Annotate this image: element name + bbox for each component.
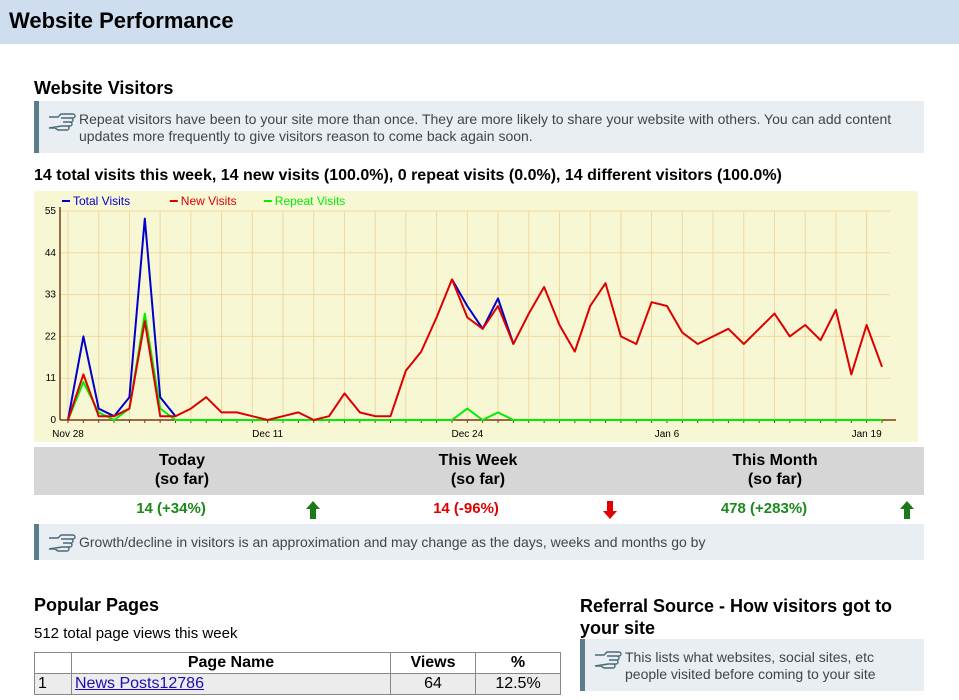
stat-today-value: 14 (+34%): [136, 500, 206, 517]
stat-week-sub: (so far): [450, 471, 506, 488]
tip-text: This lists what websites, social sites, …: [625, 649, 876, 682]
y-tick-label: 44: [45, 248, 57, 259]
stat-month-label: This Month: [732, 452, 818, 469]
stat-week-value: 14 (-96%): [433, 500, 499, 517]
stat-week-header: This Week (so far): [348, 451, 608, 489]
col-rank-header: [34, 652, 72, 674]
popular-pages-table: Page Name Views % 1 News Posts12786 64 1…: [34, 652, 561, 695]
stat-today-sub: (so far): [154, 471, 210, 488]
trend-down-arrow-icon: [603, 501, 617, 519]
visits-summary: 14 total visits this week, 14 new visits…: [34, 167, 782, 184]
legend-label: New Visits: [181, 194, 237, 208]
tip-text: Repeat visitors have been to your site m…: [79, 111, 892, 144]
visitors-heading: Website Visitors: [34, 78, 174, 98]
stat-month-header: This Month (so far): [645, 451, 905, 489]
visitors-line-chart: 0 11 22 33 44 55 Nov 28 Dec 11 Dec 24 Jan 6 Jan 19…: [34, 191, 918, 442]
stat-month-sub: (so far): [747, 471, 803, 488]
row-views: 64: [390, 673, 476, 695]
x-tick-label: Nov 28: [52, 429, 84, 440]
referral-heading: Referral Source - How visitors got to yo…: [580, 596, 893, 638]
pointing-hand-icon: [48, 113, 76, 131]
y-tick-label: 11: [46, 373, 57, 384]
referral-tip: This lists what websites, social sites, …: [580, 639, 924, 691]
trend-up-arrow-icon: [306, 501, 320, 519]
x-tick-label: Dec 24: [451, 429, 483, 440]
trend-up-arrow-icon: [900, 501, 914, 519]
tip-text: Growth/decline in visitors is an approxi…: [79, 534, 706, 550]
x-tick-label: Dec 11: [252, 429, 283, 440]
row-rank: 1: [34, 673, 72, 695]
y-tick-label: 0: [50, 415, 56, 426]
y-tick-label: 33: [45, 290, 57, 301]
x-tick-label: Jan 19: [852, 429, 882, 440]
row-page-name: News Posts12786: [71, 673, 391, 695]
legend-label: Total Visits: [73, 194, 130, 208]
legend-label: Repeat Visits: [275, 194, 345, 208]
x-tick-label: Jan 6: [655, 429, 680, 440]
stat-week-label: This Week: [438, 452, 518, 469]
visitors-chart: 0 11 22 33 44 55 Nov 28 Dec 11 Dec 24 Jan 6 Jan 19…: [34, 191, 918, 442]
table-header-row: Page Name Views %: [34, 652, 561, 674]
col-pct-header: %: [475, 652, 561, 674]
stat-today-header: Today (so far): [52, 451, 312, 489]
stats-header: Today (so far) This Week (so far) This M…: [34, 447, 924, 495]
col-page-name-header: Page Name: [71, 652, 391, 674]
repeat-visitors-tip: Repeat visitors have been to your site m…: [34, 101, 924, 153]
growth-tip: Growth/decline in visitors is an approxi…: [34, 524, 924, 560]
col-views-header: Views: [390, 652, 476, 674]
y-tick-label: 55: [45, 206, 57, 217]
row-pct: 12.5%: [475, 673, 561, 695]
table-row: 1 News Posts12786 64 12.5%: [34, 673, 561, 695]
stat-today-label: Today: [159, 452, 205, 469]
stat-month-value: 478 (+283%): [720, 500, 808, 517]
popular-pages-heading: Popular Pages: [34, 595, 160, 615]
page-header: Website Performance: [0, 0, 959, 44]
pointing-hand-icon: [594, 651, 622, 669]
page-title: Website Performance: [9, 8, 234, 33]
page-link[interactable]: News Posts12786: [75, 675, 204, 692]
pointing-hand-icon: [48, 534, 76, 552]
y-tick-label: 22: [45, 331, 57, 342]
page-views-summary: 512 total page views this week: [34, 625, 238, 642]
